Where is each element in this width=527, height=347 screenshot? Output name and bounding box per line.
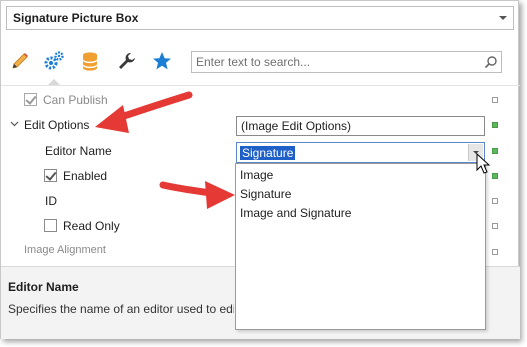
property-marker [492,223,498,229]
property-marker [492,148,498,154]
can-publish-label: Can Publish [43,93,108,107]
description-text: Specifies the name of an editor used to … [8,302,234,316]
id-label: ID [45,194,57,208]
toolbar-divider [1,85,520,86]
wrench-icon[interactable] [114,48,140,74]
chevron-down-icon[interactable] [499,16,507,20]
edit-options-label: Edit Options [24,118,90,132]
property-marker [492,97,498,103]
properties-panel: Signature Picture Box Enter text to sear… [0,0,520,339]
property-row-edit-options: Edit Options (Image Edit Options) [1,113,520,138]
editor-name-combo[interactable]: Signature [236,142,485,163]
property-search-box [191,51,502,73]
chevron-down-icon[interactable] [10,119,19,131]
property-marker [492,198,498,204]
gears-icon[interactable] [41,48,67,86]
dropdown-option-signature[interactable]: Signature [240,187,291,201]
description-title: Editor Name [8,280,79,294]
property-marker [492,122,498,128]
dropdown-option-image[interactable]: Image [240,168,273,182]
editor-name-dropdown-list: Image Signature Image and Signature [235,163,486,330]
property-row-can-publish: Can Publish [1,88,520,113]
image-alignment-label: Image Alignment [24,244,106,256]
editor-name-selected-text[interactable]: Signature [240,146,296,160]
property-marker [492,249,498,255]
can-publish-checkbox[interactable] [24,93,37,106]
search-input[interactable] [192,52,477,72]
editor-name-label: Editor Name [45,144,112,158]
edit-options-value[interactable]: (Image Edit Options) [236,116,485,136]
read-only-checkbox[interactable] [44,219,57,232]
pencil-icon[interactable] [7,48,33,74]
enabled-checkbox[interactable] [44,169,57,182]
property-marker [492,173,498,179]
component-selector-combo[interactable]: Signature Picture Box [6,6,514,30]
dropdown-button[interactable] [468,144,483,161]
component-selector-value: Signature Picture Box [13,11,139,25]
read-only-label: Read Only [63,219,120,233]
search-icon[interactable] [484,55,498,72]
database-icon[interactable] [77,48,103,74]
star-icon[interactable] [149,48,175,74]
enabled-label: Enabled [63,169,108,183]
dropdown-option-image-and-signature[interactable]: Image and Signature [240,206,351,220]
